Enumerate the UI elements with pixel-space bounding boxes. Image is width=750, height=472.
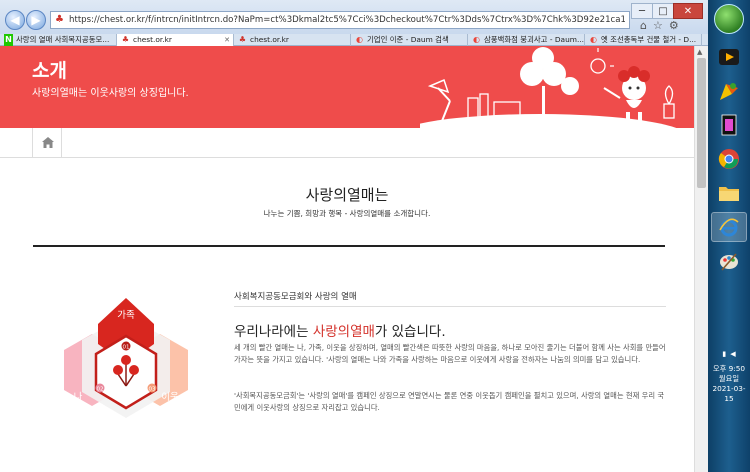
tab-label: 삼풍백화점 붕괴사고 - Daum... — [483, 35, 584, 44]
hero-subtitle: 사랑의열매는 이웃사랑의 상징입니다. — [32, 88, 189, 99]
start-button[interactable] — [714, 4, 744, 34]
breadcrumb-bar — [0, 128, 694, 158]
tab-label: 옛 조선총독부 건물 철거 - D... — [601, 35, 697, 44]
diagram-num-03: 03 — [149, 387, 156, 393]
breadcrumb-home[interactable] — [32, 128, 62, 158]
favorites-icon[interactable]: ☆ — [653, 19, 663, 32]
content-heading: 우리나라에는 사랑의열매가 있습니다. — [234, 320, 446, 340]
chrome-icon[interactable] — [711, 144, 747, 174]
screen: ◀ ▶ ♣ https://chest.or.kr/f/intrcn/initI… — [0, 0, 750, 472]
tray-icons: ▮ ◀ — [708, 350, 750, 358]
paint-icon[interactable] — [711, 76, 747, 106]
fruit-symbol-diagram: 가족 01 나 02 이웃 03 — [58, 294, 194, 424]
paint-tool-icon[interactable] — [711, 246, 747, 276]
back-button[interactable]: ◀ — [5, 10, 25, 30]
address-url: https://chest.or.kr/f/intrcn/initIntrcn.… — [69, 15, 625, 25]
ie-icon[interactable] — [711, 212, 747, 242]
media-player-icon[interactable] — [711, 42, 747, 72]
tab-4[interactable]: ◐ 삼풍백화점 붕괴사고 - Daum... — [468, 34, 585, 46]
heading-part: 우리나라에는 — [234, 324, 313, 340]
address-bar[interactable]: ♣ https://chest.or.kr/f/intrcn/initIntrc… — [50, 11, 630, 29]
tab-5[interactable]: ◐ 옛 조선총독부 건물 철거 - D... — [585, 34, 702, 46]
diagram-label-me: 나 — [74, 392, 83, 403]
tab-label: 사랑의 열매 사회복지공동모... — [16, 35, 110, 44]
close-button[interactable]: ✕ — [673, 3, 703, 19]
folder-icon[interactable] — [711, 178, 747, 208]
fruit-icon: ♣ — [238, 35, 247, 44]
fruit-diagram-graphic: 가족 01 나 02 이웃 03 — [64, 298, 188, 418]
web-page: 소개 사랑의열매는 이웃사랑의 상징입니다. 사랑의열매는 나누는 기쁨, 희망… — [0, 46, 694, 472]
daum-icon: ◐ — [590, 35, 597, 44]
maximize-button[interactable]: □ — [652, 3, 674, 19]
scrollbar-thumb[interactable] — [697, 58, 706, 188]
diagram-num-02: 02 — [97, 387, 104, 393]
settings-gear-icon[interactable]: ⚙ — [669, 19, 679, 32]
content-divider — [234, 306, 666, 307]
section-description: 나누는 기쁨, 희망과 행복 - 사랑의열매를 소개합니다. — [263, 209, 431, 218]
tab-close-icon[interactable]: ✕ — [224, 34, 233, 46]
diagram-label-neighbor: 이웃 — [161, 392, 179, 403]
tab-label: 기업인 이준 - Daum 검색 — [367, 35, 449, 44]
tab-1[interactable]: ♣ chest.or.kr ✕ — [117, 34, 234, 46]
content-paragraph: '사회복지공동모금회'는 '사랑의 열매'를 캠페인 상징으로 연말연시는 물론… — [234, 391, 665, 412]
network-icon[interactable]: ▮ — [722, 350, 726, 358]
tab-2[interactable]: ♣ chest.or.kr — [234, 34, 351, 46]
heading-highlight: 사랑의열매 — [312, 324, 375, 340]
daum-icon: ◐ — [472, 35, 480, 44]
browser-titlebar: ◀ ▶ ♣ https://chest.or.kr/f/intrcn/initI… — [0, 0, 708, 34]
system-tray: ▮ ◀ 오후 9:50 월요일 2021-03-15 — [708, 350, 750, 404]
window-controls: ─ □ ✕ — [631, 3, 703, 19]
clock-date: 2021-03-15 — [712, 384, 746, 403]
section-title: 사랑의열매는 — [305, 186, 389, 204]
hero-banner: 소개 사랑의열매는 이웃사랑의 상징입니다. — [0, 46, 694, 128]
fruit-icon: ♣ — [121, 35, 130, 44]
taskbar: ▮ ◀ 오후 9:50 월요일 2021-03-15 — [708, 0, 750, 472]
daum-icon: ◐ — [356, 35, 363, 44]
hero-title: 소개 — [32, 60, 67, 82]
scroll-up-icon[interactable]: ▲ — [697, 48, 702, 56]
content-paragraph: 세 개의 빨간 열매는 나, 가족, 이웃을 상징하며, 열매의 빨간색은 따뜻… — [234, 343, 666, 364]
clock-time[interactable]: 오후 9:50 — [708, 364, 750, 374]
naver-icon: N — [4, 34, 13, 46]
tab-label: chest.or.kr — [133, 35, 172, 44]
site-favicon-icon: ♣ — [55, 14, 64, 25]
tab-label: chest.or.kr — [250, 35, 289, 44]
diagram-label-family: 가족 — [117, 310, 135, 321]
volume-icon[interactable]: ◀ — [730, 350, 735, 358]
hero-illustration — [420, 47, 677, 128]
forward-button[interactable]: ▶ — [26, 10, 46, 30]
heading-part: 가 있습니다. — [374, 324, 446, 340]
browser-tools: ⌂ ☆ ⚙ — [640, 19, 679, 32]
section-divider — [33, 245, 665, 247]
diagram-num-01: 01 — [123, 345, 130, 351]
home-icon — [42, 137, 54, 148]
tab-bar: N 사랑의 열매 사회복지공동모... ♣ chest.or.kr ✕ ♣ ch… — [0, 34, 708, 46]
tab-3[interactable]: ◐ 기업인 이준 - Daum 검색 — [351, 34, 468, 46]
gallery-icon[interactable] — [711, 110, 747, 140]
org-label: 사회복지공동모금회와 사랑의 열매 — [234, 292, 357, 302]
page-scrollbar[interactable]: ▲ — [694, 46, 708, 472]
tab-0[interactable]: N 사랑의 열매 사회복지공동모... — [0, 34, 117, 46]
home-icon[interactable]: ⌂ — [640, 19, 647, 32]
minimize-button[interactable]: ─ — [631, 3, 653, 19]
clock-day: 월요일 — [718, 374, 740, 383]
